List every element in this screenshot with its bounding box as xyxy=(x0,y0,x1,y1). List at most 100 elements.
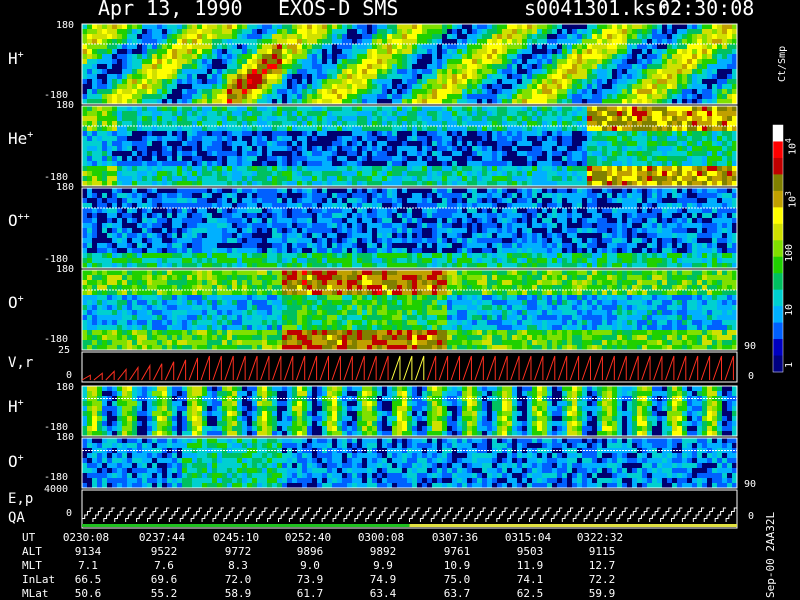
spectro-cell xyxy=(312,203,317,208)
spectro-cell xyxy=(522,79,527,84)
spectro-cell xyxy=(272,176,277,181)
spectro-cell xyxy=(367,136,372,141)
spectro-cell xyxy=(487,203,492,208)
spectro-cell xyxy=(397,49,402,54)
spectro-cell xyxy=(377,34,382,39)
spectro-cell xyxy=(347,106,352,111)
spectro-cell xyxy=(542,166,547,171)
spectro-cell xyxy=(362,198,367,203)
spectro-cell xyxy=(227,74,232,79)
spectro-cell xyxy=(337,64,342,69)
spectro-cell xyxy=(477,89,482,94)
spectro-cell xyxy=(727,99,732,104)
spectro-cell xyxy=(487,176,492,181)
spectro-cell xyxy=(482,151,487,156)
spectro-cell xyxy=(337,99,342,104)
spectro-cell xyxy=(692,161,697,166)
spectro-cell xyxy=(562,59,567,64)
spectro-cell xyxy=(507,69,512,74)
spectro-cell xyxy=(597,89,602,94)
spectro-cell xyxy=(437,79,442,84)
spectro-cell xyxy=(312,64,317,69)
spectro-cell xyxy=(382,34,387,39)
spectro-cell xyxy=(527,84,532,89)
spectro-cell xyxy=(387,64,392,69)
spectro-cell xyxy=(82,228,87,233)
spectro-cell xyxy=(92,126,97,131)
spectro-cell xyxy=(452,146,457,151)
spectro-cell xyxy=(637,79,642,84)
spectro-cell xyxy=(372,111,377,116)
spectro-cell xyxy=(417,99,422,104)
spectro-cell xyxy=(137,59,142,64)
spectro-cell xyxy=(82,121,87,126)
spectro-cell xyxy=(627,54,632,59)
spectro-cell xyxy=(657,79,662,84)
spectro-cell xyxy=(587,84,592,89)
spectro-cell xyxy=(547,161,552,166)
spectro-cell xyxy=(657,94,662,99)
spectro-cell xyxy=(502,181,507,186)
spectro-cell xyxy=(447,223,452,228)
spectro-cell xyxy=(642,161,647,166)
spectro-cell xyxy=(587,151,592,156)
spectro-cell xyxy=(277,121,282,126)
spectro-cell xyxy=(117,39,122,44)
spectro-cell xyxy=(537,74,542,79)
spectro-cell xyxy=(177,238,182,243)
spectro-cell xyxy=(497,166,502,171)
spectro-cell xyxy=(232,238,237,243)
spectro-cell xyxy=(457,24,462,29)
spectro-cell xyxy=(687,146,692,151)
spectro-cell xyxy=(697,181,702,186)
spectro-cell xyxy=(697,79,702,84)
spectro-cell xyxy=(102,136,107,141)
spectro-cell xyxy=(547,111,552,116)
spectro-cell xyxy=(497,74,502,79)
spectro-cell xyxy=(557,218,562,223)
spectro-cell xyxy=(207,136,212,141)
spectro-cell xyxy=(87,136,92,141)
spectro-cell xyxy=(172,49,177,54)
spectro-cell xyxy=(662,141,667,146)
spectro-cell xyxy=(527,258,532,263)
spectro-cell xyxy=(307,69,312,74)
spectro-cell xyxy=(717,64,722,69)
spectro-cell xyxy=(412,74,417,79)
spectro-cell xyxy=(362,59,367,64)
spectro-cell xyxy=(157,218,162,223)
spectro-cell xyxy=(202,208,207,213)
spectro-cell xyxy=(122,111,127,116)
spectro-cell xyxy=(132,151,137,156)
spectro-cell xyxy=(687,136,692,141)
spectro-cell xyxy=(552,74,557,79)
spectro-cell xyxy=(87,59,92,64)
spectro-cell xyxy=(377,146,382,151)
spectro-cell xyxy=(452,89,457,94)
spectro-cell xyxy=(612,29,617,34)
spectro-cell xyxy=(277,89,282,94)
spectro-cell xyxy=(542,79,547,84)
spectro-cell xyxy=(307,64,312,69)
spectro-cell xyxy=(662,111,667,116)
spectro-cell xyxy=(222,99,227,104)
spectro-cell xyxy=(567,49,572,54)
spectro-cell xyxy=(417,94,422,99)
spectro-cell xyxy=(512,248,517,253)
spectro-cell xyxy=(687,49,692,54)
spectro-cell xyxy=(202,126,207,131)
spectro-cell xyxy=(487,39,492,44)
spectro-cell xyxy=(677,69,682,74)
spectro-cell xyxy=(262,166,267,171)
spectro-cell xyxy=(192,263,197,268)
spectro-cell xyxy=(192,44,197,49)
spectro-cell xyxy=(367,263,372,268)
spectro-cell xyxy=(322,243,327,248)
spectro-cell xyxy=(507,89,512,94)
spectro-cell xyxy=(482,79,487,84)
spectro-cell xyxy=(127,34,132,39)
spectro-cell xyxy=(477,84,482,89)
spectro-cell xyxy=(687,74,692,79)
spectro-cell xyxy=(237,263,242,268)
spectro-cell xyxy=(377,156,382,161)
